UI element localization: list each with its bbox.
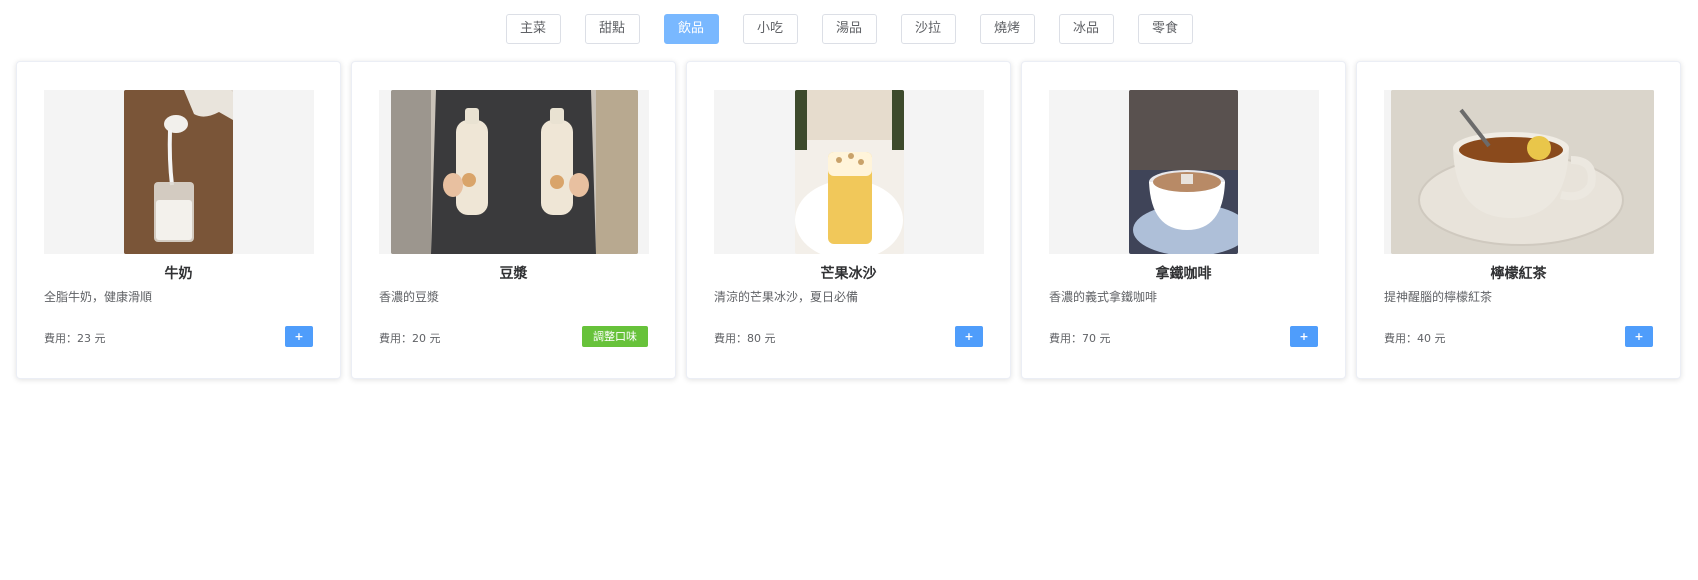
tab-soup[interactable]: 湯品 (821, 14, 877, 44)
lemon-tea-photo (1391, 90, 1654, 254)
tab-dessert[interactable]: 甜點 (584, 14, 640, 44)
add-to-cart-button[interactable]: + (1625, 326, 1653, 347)
tab-ice[interactable]: 冰品 (1058, 14, 1114, 44)
product-image (1384, 90, 1654, 254)
latte-photo (1129, 90, 1238, 254)
category-tabs: 主菜 甜點 飲品 小吃 湯品 沙拉 燒烤 冰品 零食 (0, 14, 1698, 44)
product-description: 全脂牛奶，健康滑順 (44, 290, 153, 304)
product-name: 牛奶 (164, 266, 193, 282)
product-name: 豆漿 (499, 266, 528, 282)
adjust-flavor-button[interactable]: 調整口味 (582, 326, 648, 347)
milk-photo (124, 90, 233, 254)
product-name: 芒果冰沙 (820, 266, 877, 282)
tab-main-course[interactable]: 主菜 (505, 14, 561, 44)
product-image (1049, 90, 1319, 254)
product-description: 提神醒腦的檸檬紅茶 (1384, 290, 1493, 304)
product-card: 豆漿 香濃的豆漿 費用：20 元 調整口味 (351, 61, 676, 379)
add-to-cart-button[interactable]: + (285, 326, 313, 347)
tab-junk-food[interactable]: 零食 (1137, 14, 1193, 44)
product-price: 費用：23 元 (44, 332, 106, 345)
product-image (379, 90, 649, 254)
soy-milk-photo (391, 90, 638, 254)
product-price: 費用：70 元 (1049, 332, 1111, 345)
add-to-cart-button[interactable]: + (1290, 326, 1318, 347)
product-image (44, 90, 314, 254)
product-card: 芒果冰沙 清涼的芒果冰沙，夏日必備 費用：80 元 + (686, 61, 1011, 379)
add-to-cart-button[interactable]: + (955, 326, 983, 347)
product-price: 費用：20 元 (379, 332, 441, 345)
mango-smoothie-photo (795, 90, 904, 254)
product-description: 香濃的豆漿 (379, 290, 440, 304)
product-card: 拿鐵咖啡 香濃的義式拿鐵咖啡 費用：70 元 + (1021, 61, 1346, 379)
product-price: 費用：80 元 (714, 332, 776, 345)
product-image (714, 90, 984, 254)
tab-drinks[interactable]: 飲品 (663, 14, 719, 44)
product-card: 牛奶 全脂牛奶，健康滑順 費用：23 元 + (16, 61, 341, 379)
product-price: 費用：40 元 (1384, 332, 1446, 345)
product-name: 檸檬紅茶 (1490, 266, 1547, 282)
product-grid: 牛奶 全脂牛奶，健康滑順 費用：23 元 + 豆漿 香濃的豆漿 費用：20 元 … (16, 61, 1681, 379)
tab-bbq[interactable]: 燒烤 (979, 14, 1035, 44)
product-card: 檸檬紅茶 提神醒腦的檸檬紅茶 費用：40 元 + (1356, 61, 1681, 379)
product-description: 香濃的義式拿鐵咖啡 (1049, 290, 1158, 304)
product-description: 清涼的芒果冰沙，夏日必備 (714, 290, 859, 304)
tab-salad[interactable]: 沙拉 (900, 14, 956, 44)
tab-snacks[interactable]: 小吃 (742, 14, 798, 44)
product-name: 拿鐵咖啡 (1155, 266, 1212, 282)
